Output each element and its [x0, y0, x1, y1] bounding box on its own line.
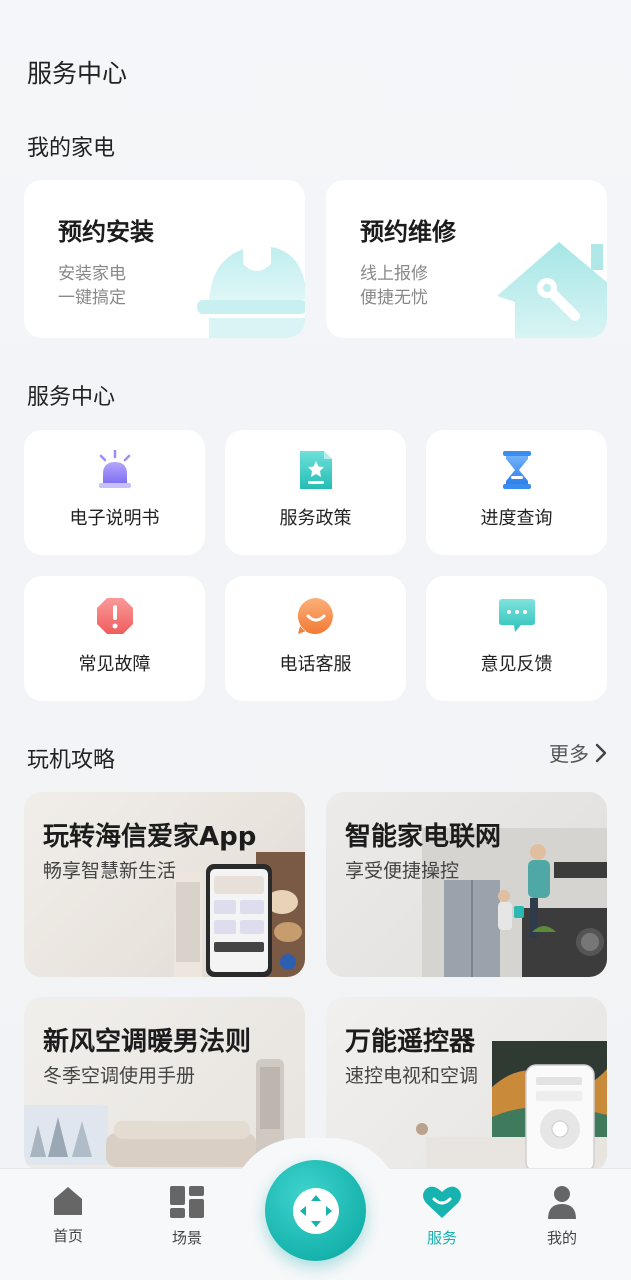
feedback-card[interactable]: 意见反馈	[426, 576, 607, 701]
services-section-title: 服务中心	[27, 385, 116, 410]
more-label: 更多	[549, 742, 589, 766]
document-star-icon	[294, 448, 338, 492]
remote-control-icon	[292, 1187, 339, 1234]
user-icon	[548, 1186, 576, 1219]
hotline-card[interactable]: 电话客服	[225, 576, 406, 701]
guide-title-app: 玩转海信爱家App	[43, 822, 257, 852]
feedback-label: 意见反馈	[480, 654, 553, 675]
guide-card-iot[interactable]: 智能家电联网 享受便捷操控	[326, 792, 607, 977]
install-booking-card[interactable]: 预约安装 安装家电 一键搞定	[24, 180, 305, 338]
tab-home[interactable]: 首页	[28, 1185, 108, 1246]
install-booking-title: 预约安装	[58, 218, 154, 246]
remote-control-button[interactable]	[265, 1160, 366, 1261]
install-booking-desc: 安装家电 一键搞定	[58, 262, 126, 310]
page-title: 服务中心	[27, 59, 128, 88]
repair-booking-line2: 便捷无忧	[360, 288, 428, 308]
faults-label: 常见故障	[78, 654, 151, 675]
repair-booking-card[interactable]: 预约维修 线上报修 便捷无忧	[326, 180, 607, 338]
manual-label: 电子说明书	[69, 508, 160, 529]
tab-scene[interactable]: 场景	[147, 1185, 227, 1248]
guide-card-aircon[interactable]: 新风空调暖男法则 冬季空调使用手册	[24, 997, 305, 1172]
heart-service-icon	[423, 1186, 461, 1218]
guide-card-app[interactable]: 玩转海信爱家App 畅享智慧新生活	[24, 792, 305, 977]
guide-title-remote: 万能遥控器	[345, 1027, 476, 1057]
appliances-section-title: 我的家电	[27, 136, 116, 161]
chevron-right-icon	[595, 743, 607, 762]
scene-grid-icon	[170, 1186, 204, 1218]
manual-card[interactable]: 电子说明书	[24, 430, 205, 555]
tab-mine[interactable]: 我的	[522, 1185, 602, 1248]
tab-home-label: 首页	[52, 1227, 83, 1245]
guide-subtitle-aircon: 冬季空调使用手册	[43, 1065, 196, 1087]
progress-label: 进度查询	[480, 508, 553, 529]
guide-title-aircon: 新风空调暖男法则	[43, 1027, 252, 1057]
hardhat-icon	[197, 246, 305, 338]
guide-card-remote[interactable]: 万能遥控器 速控电视和空调	[326, 997, 607, 1172]
hotline-label: 电话客服	[279, 654, 352, 675]
more-link[interactable]: 更多	[549, 738, 607, 767]
repair-booking-line1: 线上报修	[360, 264, 428, 284]
smile-chat-icon	[294, 594, 338, 638]
tab-service-label: 服务	[426, 1229, 457, 1247]
guide-title-iot: 智能家电联网	[345, 822, 502, 852]
tab-mine-label: 我的	[546, 1229, 577, 1247]
warning-icon	[93, 594, 137, 638]
policy-label: 服务政策	[279, 508, 352, 529]
install-booking-line2: 一键搞定	[58, 288, 126, 308]
tab-service[interactable]: 服务	[402, 1185, 482, 1248]
repair-booking-title: 预约维修	[360, 218, 456, 246]
chat-bubble-icon	[495, 594, 539, 638]
house-wrench-icon	[497, 242, 607, 338]
guide-subtitle-remote: 速控电视和空调	[345, 1065, 479, 1087]
guide-subtitle-iot: 享受便捷操控	[345, 860, 460, 882]
alarm-light-icon	[93, 448, 137, 492]
hourglass-icon	[495, 448, 539, 492]
guides-section-title: 玩机攻略	[27, 748, 116, 773]
tab-scene-label: 场景	[171, 1229, 202, 1247]
guide-subtitle-app: 畅享智慧新生活	[43, 860, 177, 882]
repair-booking-desc: 线上报修 便捷无忧	[360, 262, 428, 310]
install-booking-line1: 安装家电	[58, 264, 126, 284]
policy-card[interactable]: 服务政策	[225, 430, 406, 555]
faults-card[interactable]: 常见故障	[24, 576, 205, 701]
home-icon	[54, 1187, 82, 1215]
progress-card[interactable]: 进度查询	[426, 430, 607, 555]
